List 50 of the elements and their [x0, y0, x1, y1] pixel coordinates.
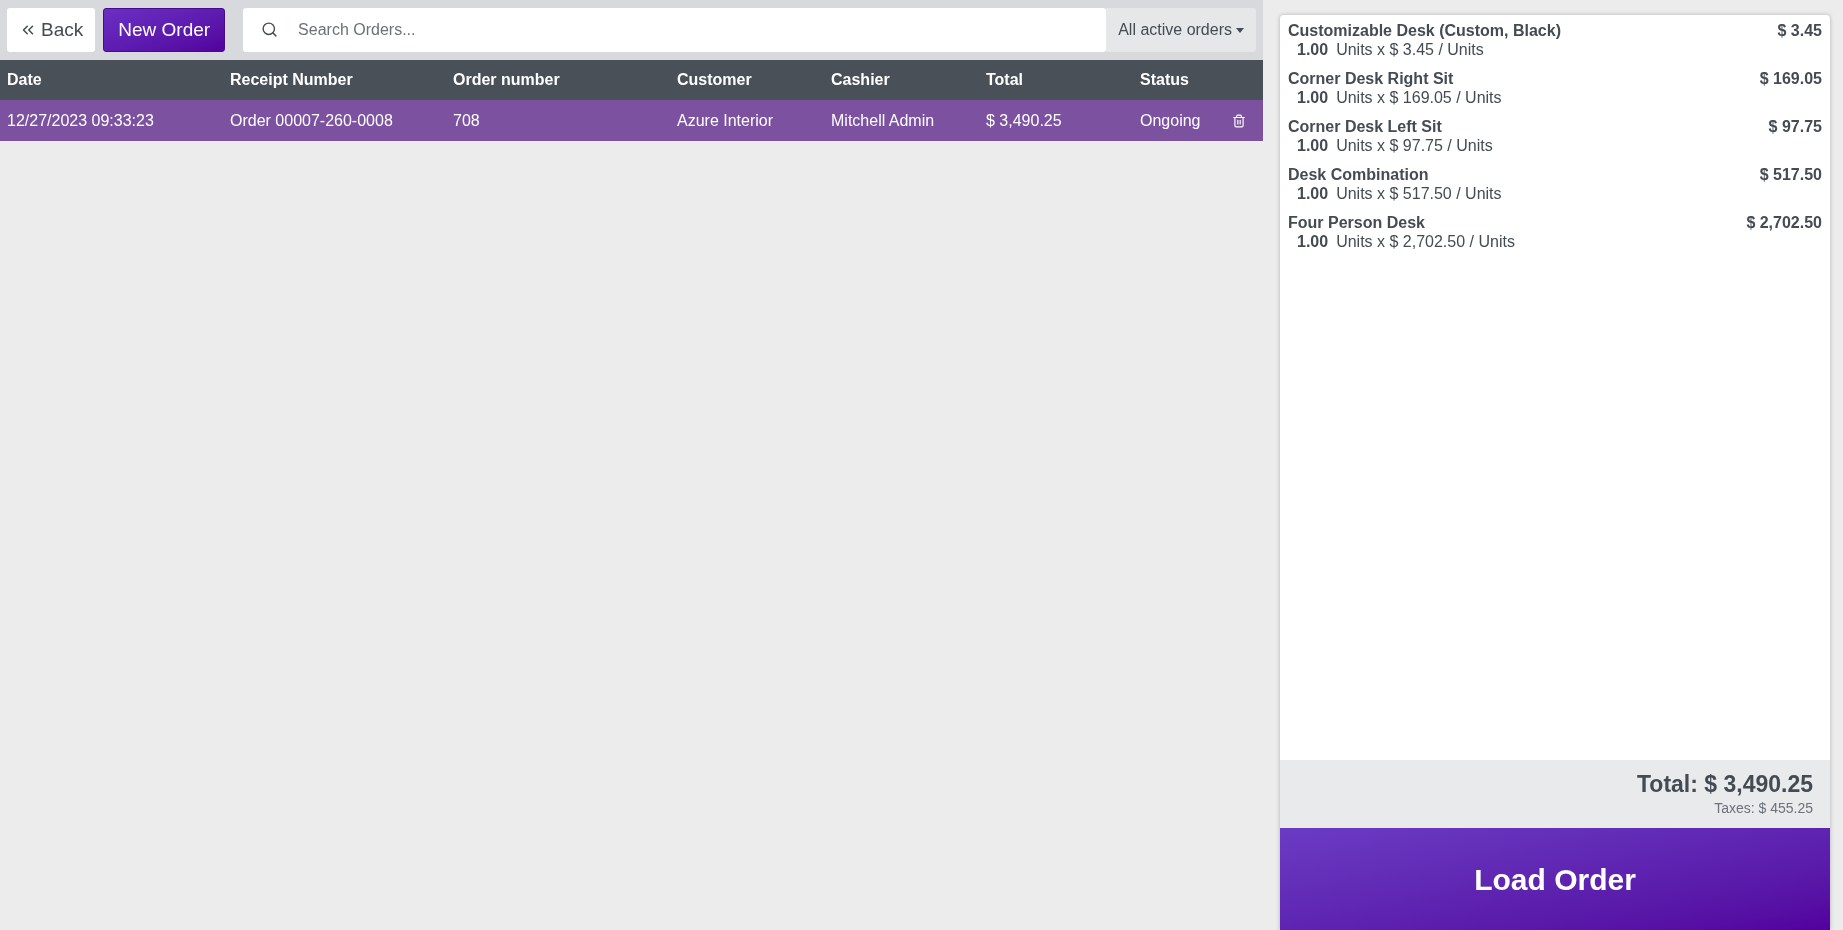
new-order-button[interactable]: New Order: [103, 8, 226, 52]
unit-price-info: Units x $ 517.50 / Units: [1336, 184, 1502, 203]
search-field[interactable]: Search Orders...: [243, 8, 1107, 52]
order-row[interactable]: 12/27/2023 09:33:23 Order 00007-260-0008 708 Azure Interior Mitchell Admin $ 3,490.25 Ongoing: [0, 100, 1263, 141]
column-header: Cashier: [831, 71, 890, 88]
column-header: Customer: [677, 71, 752, 88]
product-name: Corner Desk Left Sit: [1288, 117, 1442, 136]
table-cell: Ongoing: [1140, 111, 1201, 129]
table-cell: 12/27/2023 09:33:23: [7, 111, 154, 129]
unit-price-info: Units x $ 169.05 / Units: [1336, 88, 1502, 107]
caret-down-icon: [1236, 27, 1244, 33]
order-total: Total: $ 3,490.25: [1637, 769, 1813, 798]
filter-dropdown[interactable]: All active orders: [1106, 8, 1256, 52]
search-icon: [261, 21, 279, 38]
line-quantity: 1.00: [1297, 184, 1329, 203]
product-name: Four Person Desk: [1288, 213, 1425, 232]
product-name: Corner Desk Right Sit: [1288, 69, 1454, 88]
column-header: Date: [7, 71, 42, 88]
column-header: Status: [1140, 71, 1189, 88]
column-header: Receipt Number: [230, 71, 353, 88]
table-cell: Mitchell Admin: [831, 111, 935, 129]
back-button[interactable]: Back: [7, 8, 96, 52]
line-price: $ 169.05: [1759, 69, 1822, 88]
load-order-button[interactable]: Load Order: [1280, 828, 1830, 930]
line-quantity: 1.00: [1297, 40, 1329, 59]
order-line[interactable]: Corner Desk Left Sit $ 97.75 1.00 Units x $ 97.75 / Units: [1288, 117, 1822, 155]
line-price: $ 97.75: [1768, 117, 1822, 136]
order-taxes: Taxes: $ 455.25: [1714, 798, 1813, 818]
unit-price-info: Units x $ 2,702.50 / Units: [1336, 232, 1515, 251]
order-line[interactable]: Corner Desk Right Sit $ 169.05 1.00 Units x $ 169.05 / Units: [1288, 69, 1822, 107]
column-header: Total: [986, 71, 1024, 88]
line-price: $ 2,702.50: [1746, 213, 1822, 232]
line-price: $ 3.45: [1777, 21, 1822, 40]
column-header: Order number: [453, 71, 560, 88]
line-quantity: 1.00: [1297, 232, 1329, 251]
product-name: Customizable Desk (Custom, Black): [1288, 21, 1561, 40]
line-quantity: 1.00: [1297, 136, 1329, 155]
order-line[interactable]: Four Person Desk $ 2,702.50 1.00 Units x $ 2,702.50 / Units: [1288, 213, 1822, 251]
unit-price-info: Units x $ 3.45 / Units: [1336, 40, 1484, 59]
order-line[interactable]: Desk Combination $ 517.50 1.00 Units x $ 517.50 / Units: [1288, 165, 1822, 203]
table-cell: Azure Interior: [677, 111, 774, 129]
trash-icon[interactable]: [1232, 113, 1246, 128]
line-quantity: 1.00: [1297, 88, 1329, 107]
table-cell: Order 00007-260-0008: [230, 111, 393, 129]
table-cell: $ 3,490.25: [986, 111, 1062, 129]
line-price: $ 517.50: [1759, 165, 1822, 184]
unit-price-info: Units x $ 97.75 / Units: [1336, 136, 1493, 155]
table-cell: 708: [453, 111, 480, 129]
product-name: Desk Combination: [1288, 165, 1429, 184]
order-line[interactable]: Customizable Desk (Custom, Black) $ 3.45 1.00 Units x $ 3.45 / Units: [1288, 21, 1822, 59]
